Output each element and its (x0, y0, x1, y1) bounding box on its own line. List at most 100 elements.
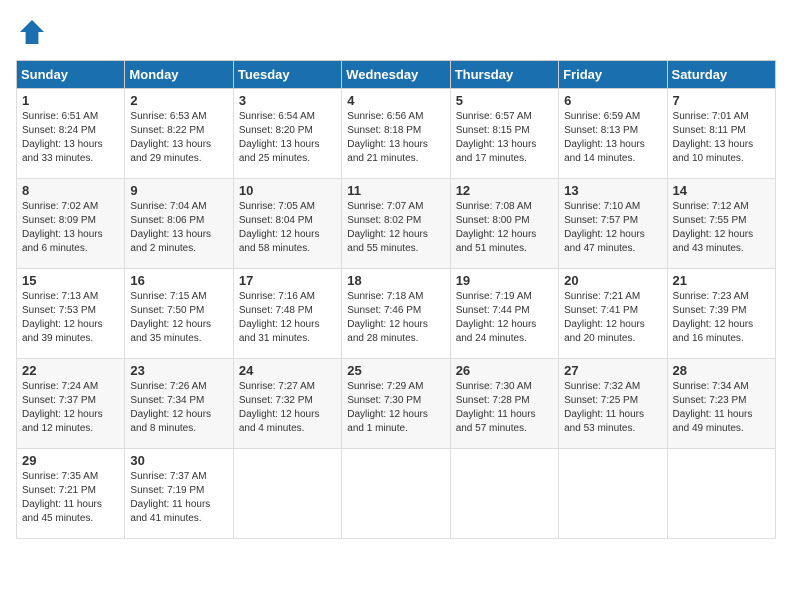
day-info: Sunrise: 7:07 AM Sunset: 8:02 PM Dayligh… (347, 200, 444, 256)
empty-cell (342, 449, 450, 539)
header-wednesday: Wednesday (342, 61, 450, 89)
day-cell-2: 2 Sunrise: 6:53 AM Sunset: 8:22 PM Daylig… (125, 89, 233, 179)
day-number: 2 (130, 93, 227, 108)
day-info: Sunrise: 6:57 AM Sunset: 8:15 PM Dayligh… (456, 110, 553, 166)
day-number: 23 (130, 363, 227, 378)
day-number: 17 (239, 273, 336, 288)
empty-cell (450, 449, 558, 539)
day-cell-14: 14 Sunrise: 7:12 AM Sunset: 7:55 PM Dayli… (667, 179, 775, 269)
day-cell-16: 16 Sunrise: 7:15 AM Sunset: 7:50 PM Dayli… (125, 269, 233, 359)
day-info: Sunrise: 7:13 AM Sunset: 7:53 PM Dayligh… (22, 290, 119, 346)
header-saturday: Saturday (667, 61, 775, 89)
day-number: 30 (130, 453, 227, 468)
day-number: 14 (673, 183, 770, 198)
day-cell-13: 13 Sunrise: 7:10 AM Sunset: 7:57 PM Dayli… (559, 179, 667, 269)
day-cell-6: 6 Sunrise: 6:59 AM Sunset: 8:13 PM Daylig… (559, 89, 667, 179)
day-number: 8 (22, 183, 119, 198)
day-cell-3: 3 Sunrise: 6:54 AM Sunset: 8:20 PM Daylig… (233, 89, 341, 179)
day-number: 12 (456, 183, 553, 198)
logo-icon (16, 16, 48, 48)
empty-cell (559, 449, 667, 539)
day-cell-29: 29Sunrise: 7:35 AM Sunset: 7:21 PM Dayli… (17, 449, 125, 539)
day-cell-8: 8Sunrise: 7:02 AM Sunset: 8:09 PM Daylig… (17, 179, 125, 269)
day-info: Sunrise: 7:19 AM Sunset: 7:44 PM Dayligh… (456, 290, 553, 346)
day-cell-18: 18 Sunrise: 7:18 AM Sunset: 7:46 PM Dayli… (342, 269, 450, 359)
day-number: 22 (22, 363, 119, 378)
day-info: Sunrise: 7:10 AM Sunset: 7:57 PM Dayligh… (564, 200, 661, 256)
day-cell-4: 4 Sunrise: 6:56 AM Sunset: 8:18 PM Daylig… (342, 89, 450, 179)
day-cell-22: 22 Sunrise: 7:24 AM Sunset: 7:37 PM Dayli… (17, 359, 125, 449)
day-info: Sunrise: 7:15 AM Sunset: 7:50 PM Dayligh… (130, 290, 227, 346)
day-number: 19 (456, 273, 553, 288)
day-cell-28: 28 Sunrise: 7:34 AM Sunset: 7:23 PM Dayli… (667, 359, 775, 449)
day-info: Sunrise: 7:23 AM Sunset: 7:39 PM Dayligh… (673, 290, 770, 346)
day-info: Sunrise: 6:53 AM Sunset: 8:22 PM Dayligh… (130, 110, 227, 166)
day-cell-20: 20 Sunrise: 7:21 AM Sunset: 7:41 PM Dayli… (559, 269, 667, 359)
day-number: 18 (347, 273, 444, 288)
header-monday: Monday (125, 61, 233, 89)
day-info: Sunrise: 7:24 AM Sunset: 7:37 PM Dayligh… (22, 380, 119, 436)
day-cell-27: 27 Sunrise: 7:32 AM Sunset: 7:25 PM Dayli… (559, 359, 667, 449)
empty-cell (667, 449, 775, 539)
day-info: Sunrise: 7:30 AM Sunset: 7:28 PM Dayligh… (456, 380, 553, 436)
day-number: 11 (347, 183, 444, 198)
day-number: 4 (347, 93, 444, 108)
day-number: 25 (347, 363, 444, 378)
day-info: Sunrise: 7:32 AM Sunset: 7:25 PM Dayligh… (564, 380, 661, 436)
week-row-3: 15 Sunrise: 7:13 AM Sunset: 7:53 PM Dayli… (17, 269, 776, 359)
day-cell-1: 1 Sunrise: 6:51 AM Sunset: 8:24 PM Daylig… (17, 89, 125, 179)
day-number: 20 (564, 273, 661, 288)
day-number: 1 (22, 93, 119, 108)
day-info: Sunrise: 7:18 AM Sunset: 7:46 PM Dayligh… (347, 290, 444, 346)
day-number: 10 (239, 183, 336, 198)
day-cell-19: 19 Sunrise: 7:19 AM Sunset: 7:44 PM Dayli… (450, 269, 558, 359)
day-cell-21: 21 Sunrise: 7:23 AM Sunset: 7:39 PM Dayli… (667, 269, 775, 359)
header-tuesday: Tuesday (233, 61, 341, 89)
day-info: Sunrise: 7:37 AM Sunset: 7:19 PM Dayligh… (130, 470, 227, 526)
day-info: Sunrise: 7:29 AM Sunset: 7:30 PM Dayligh… (347, 380, 444, 436)
day-number: 3 (239, 93, 336, 108)
day-info: Sunrise: 7:04 AM Sunset: 8:06 PM Dayligh… (130, 200, 227, 256)
day-number: 24 (239, 363, 336, 378)
day-info: Sunrise: 6:59 AM Sunset: 8:13 PM Dayligh… (564, 110, 661, 166)
day-cell-26: 26 Sunrise: 7:30 AM Sunset: 7:28 PM Dayli… (450, 359, 558, 449)
header-friday: Friday (559, 61, 667, 89)
calendar-table: SundayMondayTuesdayWednesdayThursdayFrid… (16, 60, 776, 539)
header-sunday: Sunday (17, 61, 125, 89)
day-number: 9 (130, 183, 227, 198)
day-cell-17: 17Sunrise: 7:16 AM Sunset: 7:48 PM Dayli… (233, 269, 341, 359)
day-info: Sunrise: 7:34 AM Sunset: 7:23 PM Dayligh… (673, 380, 770, 436)
week-row-1: 1 Sunrise: 6:51 AM Sunset: 8:24 PM Daylig… (17, 89, 776, 179)
day-number: 27 (564, 363, 661, 378)
day-cell-10: 10 Sunrise: 7:05 AM Sunset: 8:04 PM Dayli… (233, 179, 341, 269)
day-cell-30: 30 Sunrise: 7:37 AM Sunset: 7:19 PM Dayli… (125, 449, 233, 539)
day-info: Sunrise: 6:54 AM Sunset: 8:20 PM Dayligh… (239, 110, 336, 166)
day-info: Sunrise: 7:12 AM Sunset: 7:55 PM Dayligh… (673, 200, 770, 256)
week-row-4: 22 Sunrise: 7:24 AM Sunset: 7:37 PM Dayli… (17, 359, 776, 449)
day-number: 6 (564, 93, 661, 108)
day-info: Sunrise: 7:27 AM Sunset: 7:32 PM Dayligh… (239, 380, 336, 436)
day-info: Sunrise: 6:56 AM Sunset: 8:18 PM Dayligh… (347, 110, 444, 166)
week-row-5: 29Sunrise: 7:35 AM Sunset: 7:21 PM Dayli… (17, 449, 776, 539)
day-number: 15 (22, 273, 119, 288)
day-number: 28 (673, 363, 770, 378)
day-info: Sunrise: 6:51 AM Sunset: 8:24 PM Dayligh… (22, 110, 119, 166)
day-number: 16 (130, 273, 227, 288)
header-row: SundayMondayTuesdayWednesdayThursdayFrid… (17, 61, 776, 89)
day-cell-9: 9 Sunrise: 7:04 AM Sunset: 8:06 PM Daylig… (125, 179, 233, 269)
day-number: 26 (456, 363, 553, 378)
day-info: Sunrise: 7:21 AM Sunset: 7:41 PM Dayligh… (564, 290, 661, 346)
day-cell-24: 24 Sunrise: 7:27 AM Sunset: 7:32 PM Dayli… (233, 359, 341, 449)
day-info: Sunrise: 7:05 AM Sunset: 8:04 PM Dayligh… (239, 200, 336, 256)
day-cell-15: 15 Sunrise: 7:13 AM Sunset: 7:53 PM Dayli… (17, 269, 125, 359)
day-number: 13 (564, 183, 661, 198)
day-cell-12: 12 Sunrise: 7:08 AM Sunset: 8:00 PM Dayli… (450, 179, 558, 269)
logo (16, 16, 52, 48)
day-cell-11: 11 Sunrise: 7:07 AM Sunset: 8:02 PM Dayli… (342, 179, 450, 269)
day-number: 21 (673, 273, 770, 288)
day-number: 7 (673, 93, 770, 108)
day-cell-7: 7Sunrise: 7:01 AM Sunset: 8:11 PM Daylig… (667, 89, 775, 179)
page-header (16, 16, 776, 48)
day-info: Sunrise: 7:35 AM Sunset: 7:21 PM Dayligh… (22, 470, 119, 526)
day-info: Sunrise: 7:08 AM Sunset: 8:00 PM Dayligh… (456, 200, 553, 256)
